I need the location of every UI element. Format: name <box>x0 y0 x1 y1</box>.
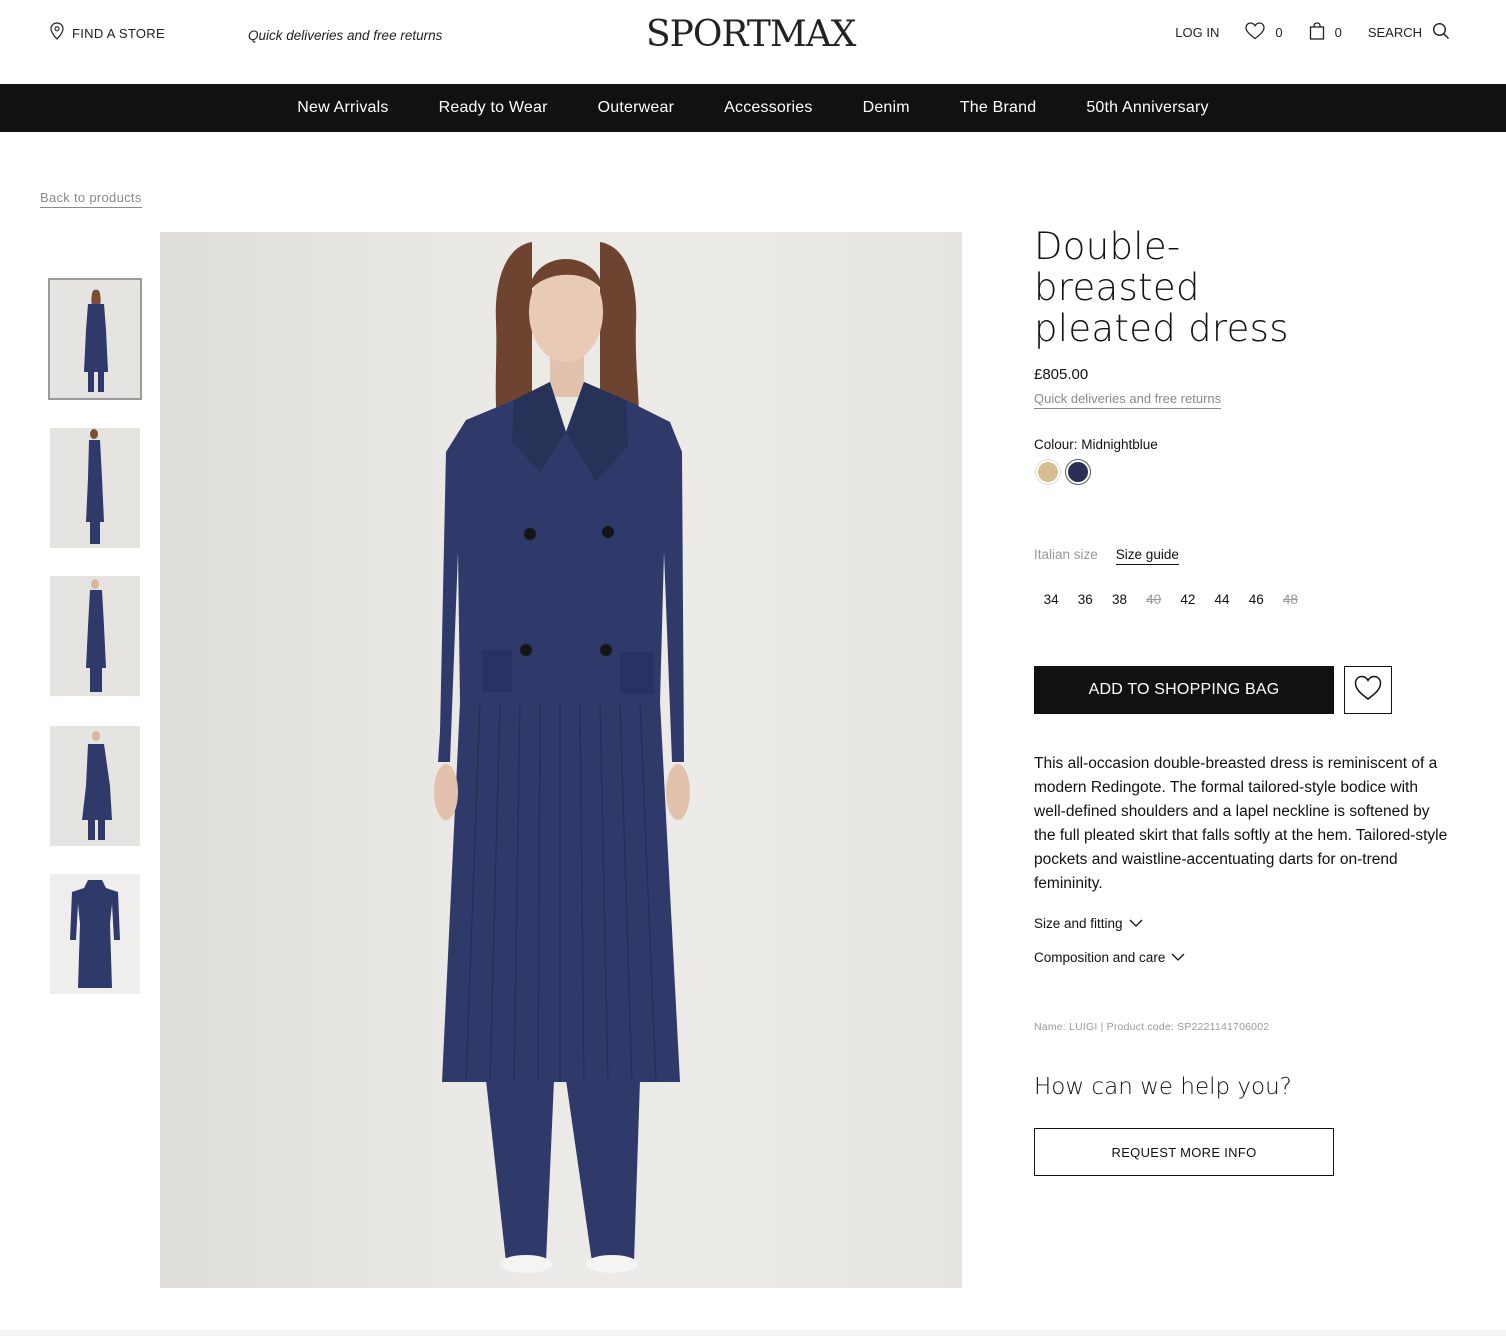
search-label: SEARCH <box>1367 25 1422 40</box>
help-heading: How can we help you? <box>1034 1074 1292 1100</box>
size-header: Italian size Size guide <box>1034 547 1179 565</box>
search-button[interactable]: SEARCH <box>1368 22 1450 43</box>
colour-swatch-midnightblue[interactable] <box>1066 460 1090 484</box>
product-price: £805.00 <box>1034 366 1089 383</box>
add-to-bag-button[interactable]: ADD TO SHOPPING BAG <box>1034 666 1334 714</box>
thumbnail-5[interactable] <box>50 874 140 994</box>
size-option-40-unavailable[interactable]: 40 <box>1137 592 1171 607</box>
size-option-44[interactable]: 44 <box>1205 592 1239 607</box>
search-icon <box>1432 22 1450 43</box>
add-to-wishlist-button[interactable] <box>1344 666 1392 714</box>
nav-item-new-arrivals[interactable]: New Arrivals <box>297 99 388 117</box>
login-link[interactable]: LOG IN <box>1175 25 1219 40</box>
delivery-info-link[interactable]: Quick deliveries and free returns <box>1034 391 1222 409</box>
size-option-34[interactable]: 34 <box>1034 592 1068 607</box>
thumbnail-2[interactable] <box>50 428 140 548</box>
nav-item-ready-to-wear[interactable]: Ready to Wear <box>439 99 548 117</box>
product-code: Name: LUIGI | Product code: SP2221141706… <box>1034 1021 1270 1033</box>
size-selector: 34 36 38 40 42 44 46 48 <box>1034 592 1308 607</box>
colour-swatch-beige[interactable] <box>1036 460 1060 484</box>
colour-swatches <box>1036 460 1090 484</box>
composition-and-care-label: Composition and care <box>1034 950 1166 965</box>
nav-item-denim[interactable]: Denim <box>863 99 910 117</box>
colour-label: Colour: Midnightblue <box>1034 437 1158 452</box>
main-nav: New Arrivals Ready to Wear Outerwear Acc… <box>0 84 1506 132</box>
nav-item-accessories[interactable]: Accessories <box>724 99 812 117</box>
find-store-label: FIND A STORE <box>72 26 165 41</box>
size-type-label: Italian size <box>1034 547 1098 562</box>
product-title: Double-breasted pleated dress <box>1034 225 1289 350</box>
size-option-38[interactable]: 38 <box>1102 592 1136 607</box>
header-actions: LOG IN 0 0 SEARCH <box>1175 22 1450 43</box>
wishlist-count: 0 <box>1275 25 1283 40</box>
promo-text: Quick deliveries and free returns <box>248 28 443 43</box>
find-store-link[interactable]: FIND A STORE <box>50 22 165 45</box>
main-product-image[interactable] <box>160 232 962 1288</box>
footer-edge <box>0 1330 1506 1336</box>
composition-and-care-toggle[interactable]: Composition and care <box>1034 950 1185 965</box>
size-option-46[interactable]: 46 <box>1239 592 1273 607</box>
model-illustration <box>434 242 690 1273</box>
back-to-products-link[interactable]: Back to products <box>40 190 142 208</box>
thumbnail-1[interactable] <box>48 278 142 400</box>
request-more-info-button[interactable]: REQUEST MORE INFO <box>1034 1128 1334 1176</box>
product-description: This all-occasion double-breasted dress … <box>1034 755 1448 892</box>
thumbnail-3[interactable] <box>50 576 140 696</box>
wishlist-link[interactable]: 0 <box>1245 22 1283 43</box>
shopping-bag-icon <box>1309 22 1325 43</box>
product-info-panel: Double-breasted pleated dress £805.00 Qu… <box>1034 225 1454 1176</box>
heart-icon <box>1354 675 1382 706</box>
nav-item-outerwear[interactable]: Outerwear <box>598 99 675 117</box>
nav-item-the-brand[interactable]: The Brand <box>960 99 1037 117</box>
bag-link[interactable]: 0 <box>1309 22 1342 43</box>
heart-icon <box>1245 22 1265 43</box>
thumbnail-4[interactable] <box>50 726 140 846</box>
size-and-fitting-toggle[interactable]: Size and fitting <box>1034 916 1143 931</box>
nav-item-50th-anniversary[interactable]: 50th Anniversary <box>1086 99 1208 117</box>
brand-logo[interactable]: SPORTMAX <box>646 14 856 55</box>
size-option-48-unavailable[interactable]: 48 <box>1273 592 1307 607</box>
bag-count: 0 <box>1334 25 1342 40</box>
header: FIND A STORE Quick deliveries and free r… <box>0 0 1506 84</box>
size-option-42[interactable]: 42 <box>1171 592 1205 607</box>
size-guide-link[interactable]: Size guide <box>1115 547 1179 565</box>
location-pin-icon <box>50 22 64 45</box>
chevron-down-icon <box>1129 916 1143 931</box>
size-and-fitting-label: Size and fitting <box>1034 916 1123 931</box>
size-option-36[interactable]: 36 <box>1068 592 1102 607</box>
chevron-down-icon <box>1171 950 1185 965</box>
